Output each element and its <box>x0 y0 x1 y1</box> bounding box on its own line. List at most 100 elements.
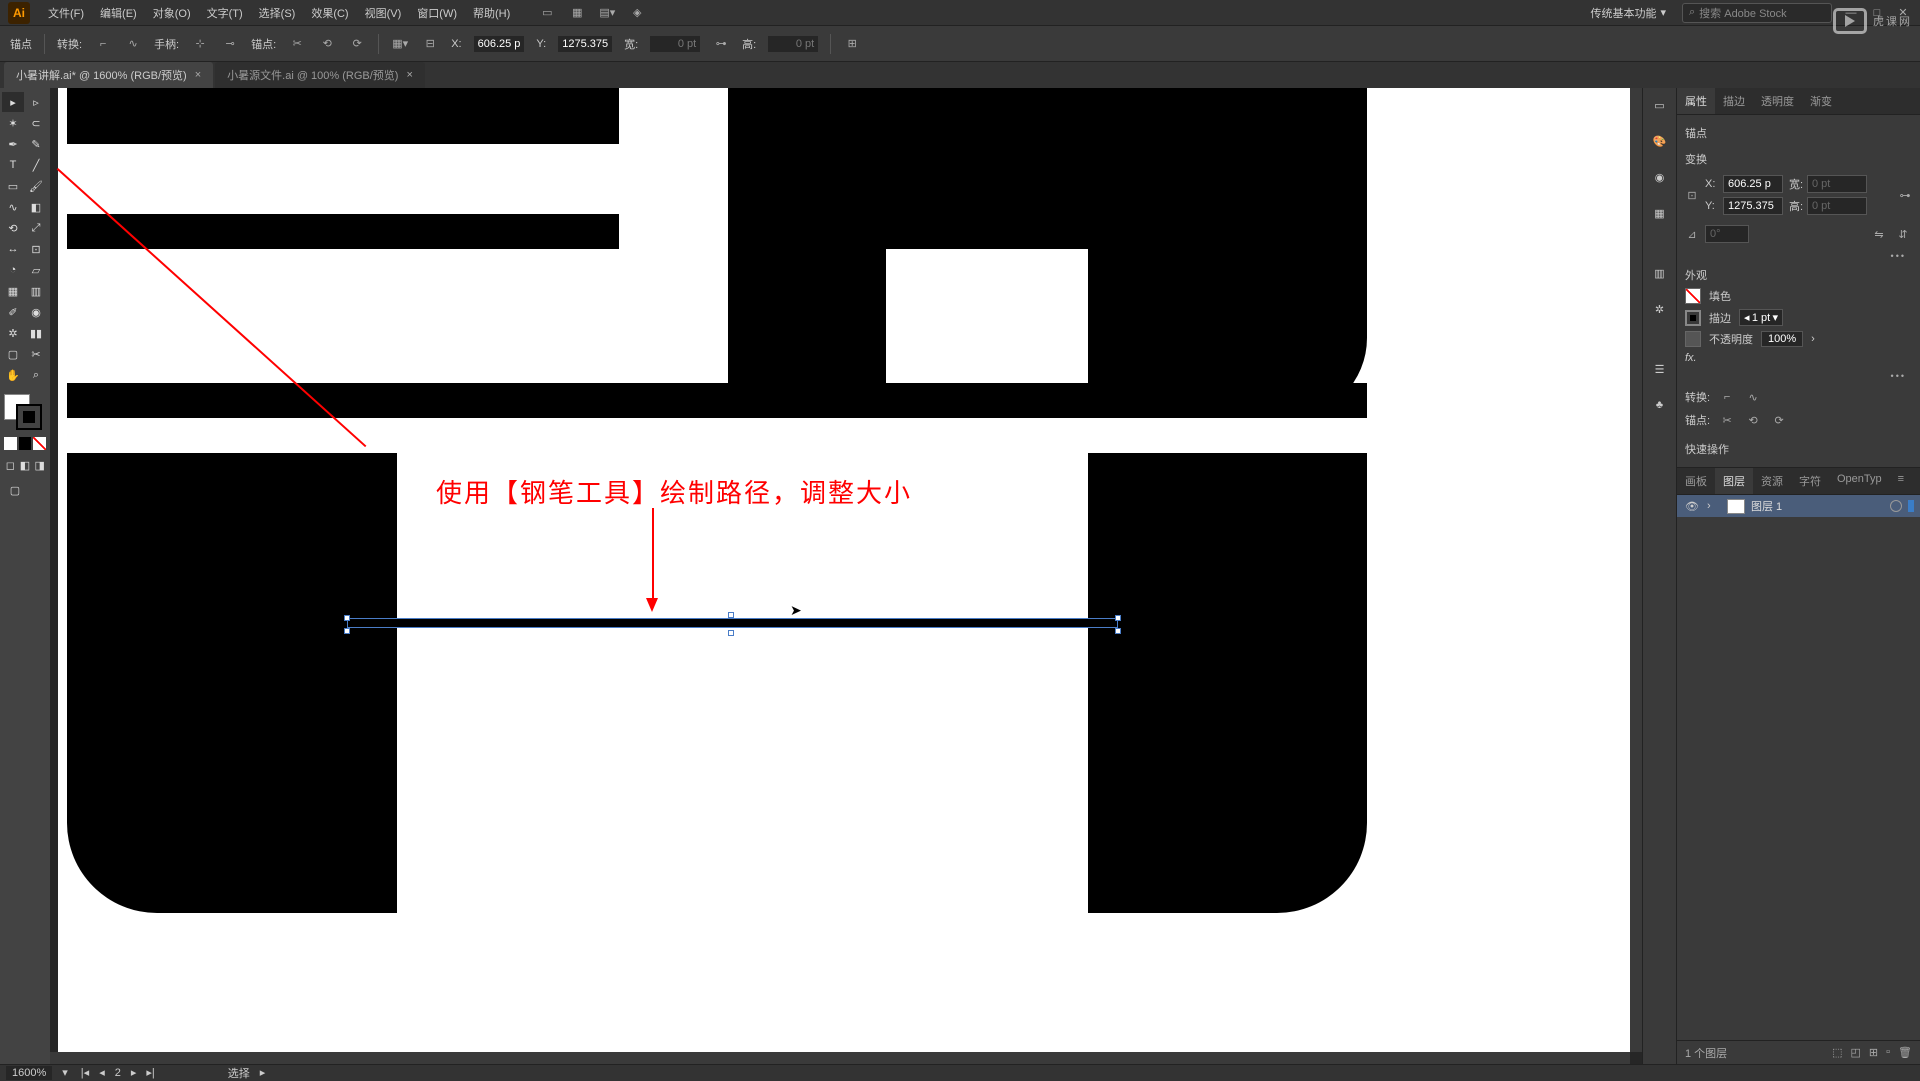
tab-active[interactable]: 小暑讲解.ai* @ 1600% (RGB/预览) × <box>4 62 213 88</box>
magic-wand-tool[interactable]: ✶ <box>2 113 24 133</box>
artboard[interactable]: ➤ 使用【钢笔工具】绘制路径，调整大小 <box>58 88 1630 1052</box>
layer-row[interactable]: 👁 › 图层 1 <box>1677 495 1920 517</box>
y-field[interactable]: 1275.375 <box>558 36 612 52</box>
eyedropper-tool[interactable]: ✐ <box>2 302 24 322</box>
tab-transparency[interactable]: 透明度 <box>1753 88 1802 114</box>
flip-h-icon[interactable]: ⇋ <box>1870 225 1888 243</box>
search-input[interactable]: ⌕搜索 Adobe Stock <box>1682 3 1832 23</box>
tab-gradient[interactable]: 渐变 <box>1802 88 1840 114</box>
opacity-arrow-icon[interactable]: › <box>1811 333 1815 345</box>
shaper-tool[interactable]: ∿ <box>2 197 24 217</box>
menu-view[interactable]: 视图(V) <box>357 1 410 25</box>
tab-assets[interactable]: 资源 <box>1753 468 1791 494</box>
dock-brushes-icon[interactable]: ▥ <box>1649 262 1671 284</box>
convert-corner-icon[interactable]: ⌐ <box>94 35 112 53</box>
minimize-button[interactable]: — <box>1842 6 1860 20</box>
scrollbar-horizontal[interactable] <box>50 1052 1630 1064</box>
opacity-input[interactable]: 100% <box>1761 331 1803 347</box>
scrollbar-vertical[interactable] <box>1630 88 1642 1052</box>
opacity-swatch[interactable] <box>1685 331 1701 347</box>
color-mode-gradient[interactable] <box>19 437 32 450</box>
scale-tool[interactable]: ⤢ <box>25 218 47 238</box>
free-transform-tool[interactable]: ⊡ <box>25 239 47 259</box>
dock-colorguide-icon[interactable]: ◉ <box>1649 166 1671 188</box>
color-mode-solid[interactable] <box>4 437 17 450</box>
convert-smooth2-icon[interactable]: ∿ <box>1744 388 1762 406</box>
x-field[interactable]: 606.25 p <box>474 36 525 52</box>
w-input[interactable] <box>1807 175 1867 193</box>
rotate-tool[interactable]: ⟲ <box>2 218 24 238</box>
canvas-area[interactable]: ➤ 使用【钢笔工具】绘制路径，调整大小 <box>50 88 1642 1064</box>
next-artboard-icon[interactable]: ▸ <box>128 1066 140 1079</box>
curvature-tool[interactable]: ✎ <box>25 134 47 154</box>
symbol-sprayer-tool[interactable]: ✲ <box>2 323 24 343</box>
fill-stroke-swatch[interactable] <box>2 392 48 432</box>
flip-v-icon[interactable]: ⇵ <box>1894 225 1912 243</box>
convert-corner2-icon[interactable]: ⌐ <box>1718 388 1736 406</box>
selection-tool[interactable]: ▸ <box>2 92 24 112</box>
reference-point-icon[interactable]: ⊡ <box>1685 184 1699 206</box>
stroke-weight-input[interactable]: ◂1 pt▾ <box>1739 309 1783 326</box>
x-input[interactable] <box>1723 175 1783 193</box>
align-to-icon[interactable]: ⊞ <box>843 35 861 53</box>
close-button[interactable]: ✕ <box>1894 6 1912 20</box>
expand-icon[interactable]: › <box>1707 500 1721 512</box>
hand-tool[interactable]: ✋ <box>2 365 24 385</box>
delete-layer-icon[interactable]: 🗑 <box>1898 1046 1912 1059</box>
anchor-remove2-icon[interactable]: ✂ <box>1718 411 1736 429</box>
maximize-button[interactable]: □ <box>1868 6 1886 20</box>
dock-symbols-icon[interactable]: ✲ <box>1649 298 1671 320</box>
menu-window[interactable]: 窗口(W) <box>409 1 465 25</box>
tab-close-icon[interactable]: × <box>406 69 412 81</box>
prev-artboard-icon[interactable]: ◂ <box>96 1066 108 1079</box>
h-field[interactable]: 0 pt <box>768 36 818 52</box>
isolate-icon[interactable]: ▦▾ <box>391 35 409 53</box>
artboard-nav[interactable]: |◂ ◂ 2 ▸ ▸| <box>78 1066 158 1079</box>
panel-menu-icon[interactable]: ≡ <box>1890 468 1912 494</box>
last-artboard-icon[interactable]: ▸| <box>143 1066 157 1079</box>
gradient-tool[interactable]: ▥ <box>25 281 47 301</box>
dock-libraries-icon[interactable]: ▭ <box>1649 94 1671 116</box>
fill-swatch-small[interactable] <box>1685 288 1701 304</box>
tab-artboards[interactable]: 画板 <box>1677 468 1715 494</box>
artboard-number[interactable]: 2 <box>112 1067 124 1079</box>
width-tool[interactable]: ↔ <box>2 239 24 259</box>
arrange2-icon[interactable]: ▤▾ <box>598 4 616 22</box>
dock-stroke-icon[interactable]: ☰ <box>1649 358 1671 380</box>
zoom-tool[interactable]: ⌕ <box>25 365 47 385</box>
anchor-cut2-icon[interactable]: ⟳ <box>1770 411 1788 429</box>
draw-inside-icon[interactable]: ◨ <box>33 455 46 475</box>
shape-builder-tool[interactable]: ◔ <box>2 260 24 280</box>
more-options-icon[interactable]: ••• <box>1685 249 1912 263</box>
menu-object[interactable]: 对象(O) <box>145 1 199 25</box>
screen-mode-icon[interactable]: ▢ <box>4 480 26 500</box>
y-input[interactable] <box>1723 197 1783 215</box>
paintbrush-tool[interactable]: 🖌 <box>25 176 47 196</box>
angle-input[interactable] <box>1705 225 1749 243</box>
locate-layer-icon[interactable]: ⬚ <box>1832 1046 1842 1059</box>
anchor-connect2-icon[interactable]: ⟲ <box>1744 411 1762 429</box>
visibility-icon[interactable]: 👁 <box>1683 500 1701 513</box>
blend-tool[interactable]: ◉ <box>25 302 47 322</box>
tab-stroke[interactable]: 描边 <box>1715 88 1753 114</box>
draw-normal-icon[interactable]: ◻ <box>4 455 17 475</box>
lasso-tool[interactable]: ⊂ <box>25 113 47 133</box>
menu-effect[interactable]: 效果(C) <box>303 1 356 25</box>
dock-color-icon[interactable]: 🎨 <box>1649 130 1671 152</box>
menu-file[interactable]: 文件(F) <box>40 1 92 25</box>
first-artboard-icon[interactable]: |◂ <box>78 1066 92 1079</box>
workspace-switcher[interactable]: 传统基本功能▾ <box>1582 3 1674 23</box>
menu-select[interactable]: 选择(S) <box>251 1 304 25</box>
menu-help[interactable]: 帮助(H) <box>465 1 518 25</box>
tab-glyphs[interactable]: 字符 <box>1791 468 1829 494</box>
link-dimensions-icon[interactable]: ⊶ <box>1898 184 1912 206</box>
color-mode-none[interactable] <box>33 437 46 450</box>
perspective-tool[interactable]: ▱ <box>25 260 47 280</box>
menu-type[interactable]: 文字(T) <box>199 1 251 25</box>
menu-edit[interactable]: 编辑(E) <box>92 1 145 25</box>
slice-tool[interactable]: ✂ <box>25 344 47 364</box>
link-wh-icon[interactable]: ⊶ <box>712 35 730 53</box>
tab-inactive[interactable]: 小暑源文件.ai @ 100% (RGB/预览) × <box>215 62 425 88</box>
h-input[interactable] <box>1807 197 1867 215</box>
handle-hide-icon[interactable]: ⊸ <box>221 35 239 53</box>
